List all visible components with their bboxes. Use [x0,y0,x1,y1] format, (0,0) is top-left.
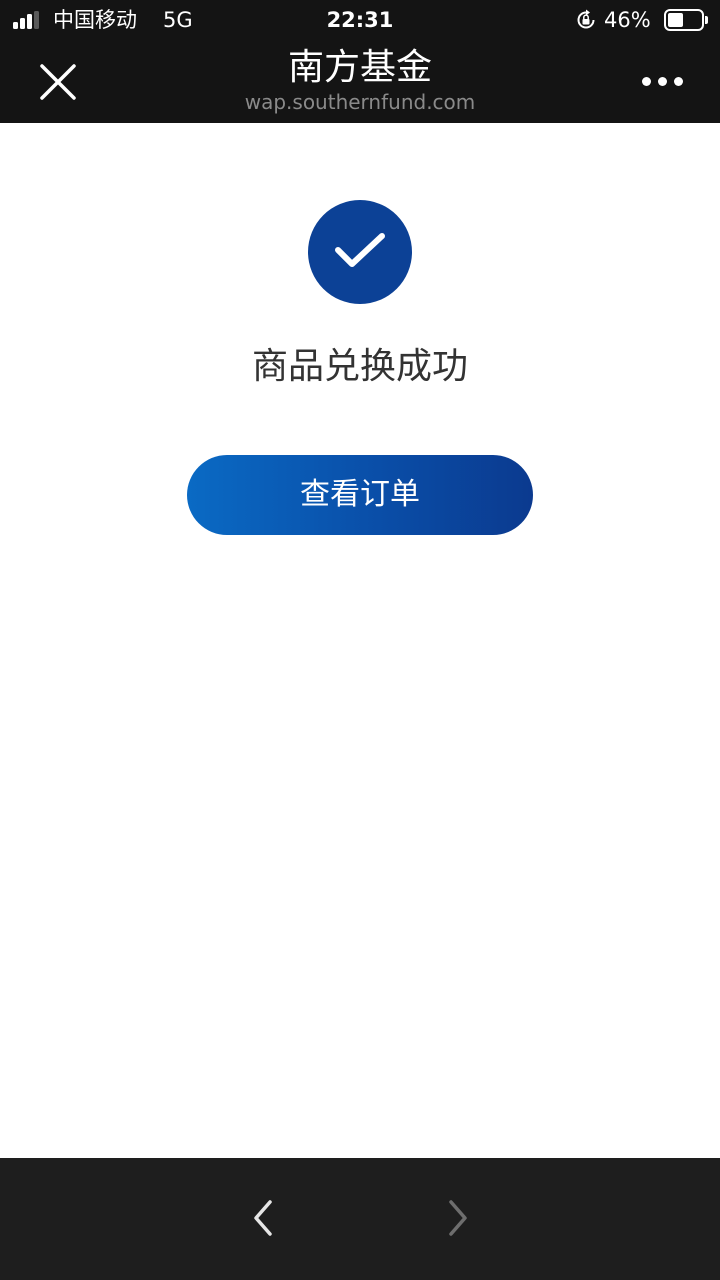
forward-arrow-icon [449,1200,467,1236]
title-bar: 南方基金 wap.southernfund.com [0,40,720,123]
close-button[interactable] [30,54,86,110]
battery-level-fill [668,13,683,27]
view-order-button[interactable]: 查看订单 [187,455,533,535]
check-circle-icon [308,200,412,304]
page-url: wap.southernfund.com [244,90,476,114]
rotation-lock-icon [577,9,595,29]
bottom-toolbar [0,1158,720,1280]
battery-icon [664,9,708,31]
success-message: 商品兑换成功 [251,346,468,387]
title-block: 南方基金 wap.southernfund.com [160,46,560,114]
more-button[interactable] [636,64,688,100]
back-arrow-icon [254,1200,272,1236]
close-icon [40,64,76,100]
page-title: 南方基金 [287,47,432,88]
battery-percent: 46% [604,8,651,32]
back-button[interactable] [244,1196,284,1240]
forward-button[interactable] [437,1196,477,1240]
status-bar: 中国移动 5G 22:31 46% [0,0,720,40]
